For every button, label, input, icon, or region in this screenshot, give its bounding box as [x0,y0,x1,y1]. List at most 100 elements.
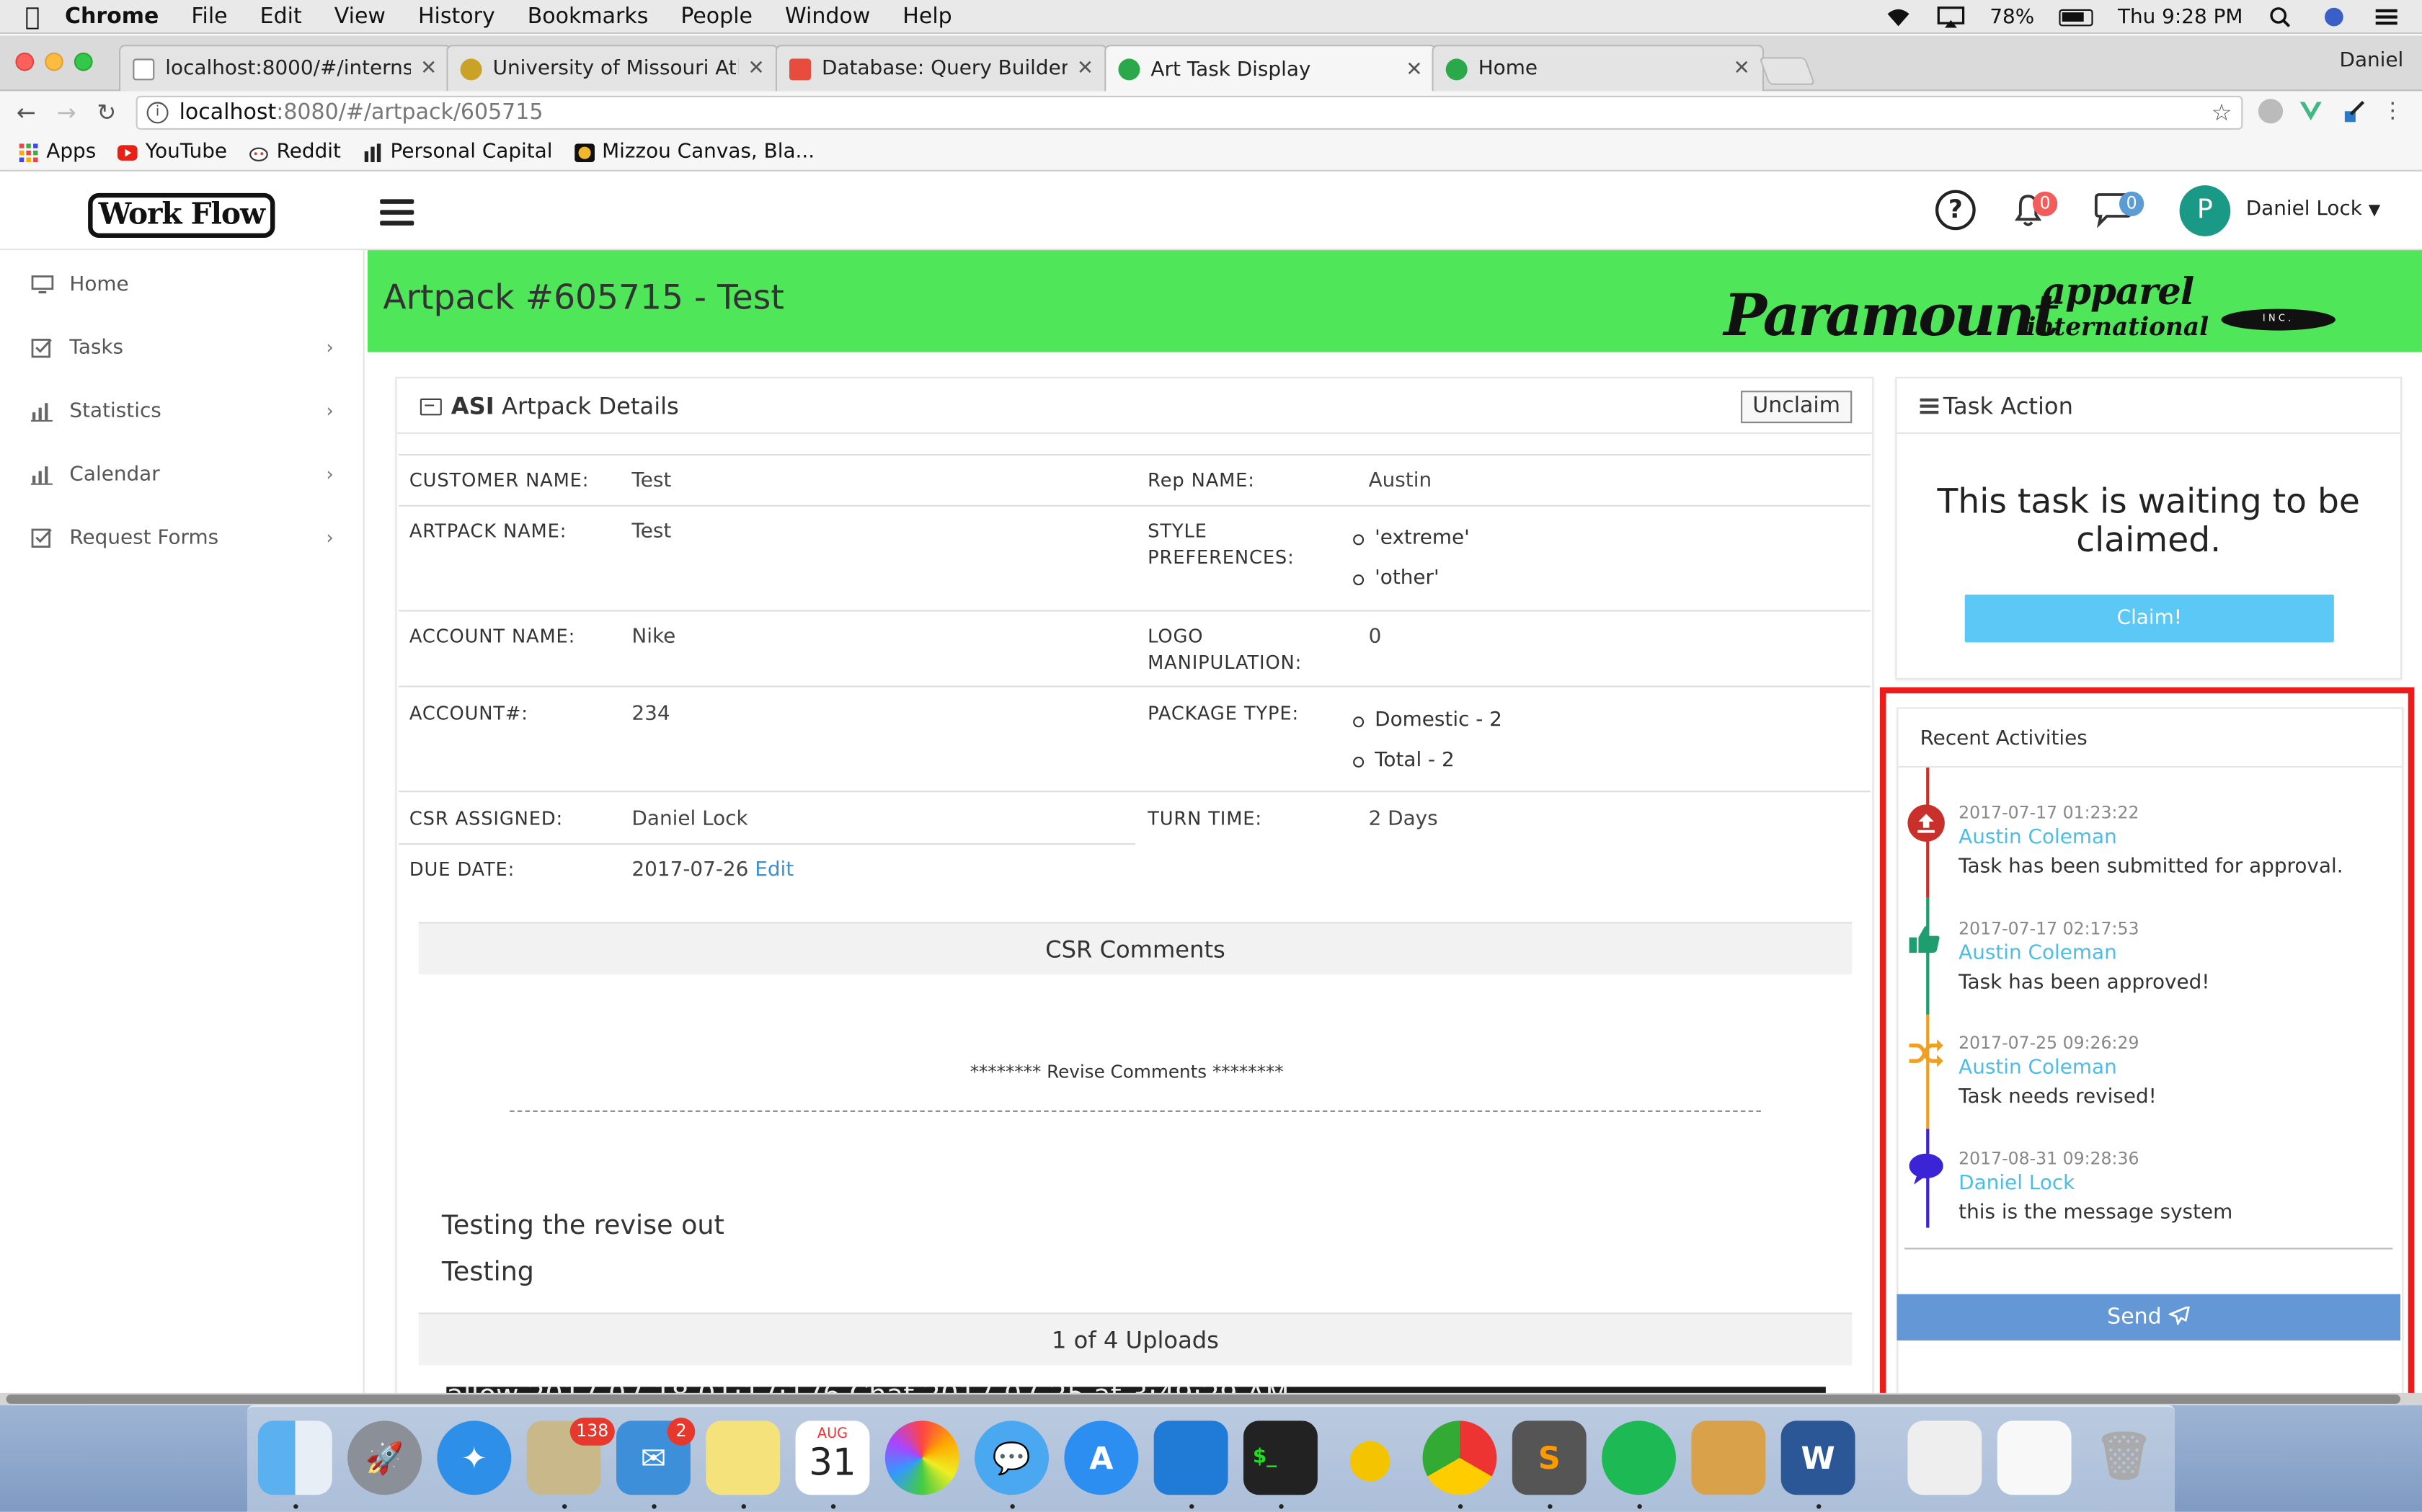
clock[interactable]: Thu 9:28 PM [2118,6,2243,29]
menu-people[interactable]: People [680,4,753,28]
panel-title-bold: ASI [451,392,494,420]
avatar[interactable]: P [2179,185,2231,236]
horizontal-scrollbar[interactable] [0,1392,2422,1405]
finder-icon[interactable] [257,1420,332,1495]
logo-manipulation-label-1: LOGO [1148,625,1204,647]
notification-center-icon[interactable] [2372,6,2400,28]
stickies-icon[interactable] [706,1420,781,1495]
bookmark-youtube[interactable]: YouTube [117,141,227,164]
browser-tab-home[interactable]: Home ✕ [1432,45,1765,92]
trello-icon[interactable] [1153,1420,1228,1495]
vue-devtools-extension-icon[interactable] [2299,99,2323,123]
adblock-extension-icon[interactable] [2258,99,2284,124]
menu-history[interactable]: History [418,4,495,28]
menu-window[interactable]: Window [785,4,870,28]
photos-icon[interactable] [884,1420,959,1495]
browser-tab-mizzou[interactable]: University of Missouri Athletic ✕ [446,45,778,92]
terminal-icon[interactable]: $_ [1243,1420,1318,1495]
trash-icon[interactable]: 🗑 [2087,1420,2161,1495]
spotify-icon[interactable] [1602,1420,1676,1495]
launchpad-icon[interactable]: 🚀 [347,1420,422,1495]
cyberduck-icon[interactable]: ● [1333,1420,1407,1495]
edit-due-date-link[interactable]: Edit [755,858,794,881]
sequel-pro-icon[interactable] [1691,1420,1766,1495]
claim-button[interactable]: Claim! [1964,595,2334,643]
address-bar[interactable]: i localhost:8080/#/artpack/605715 ☆ [136,95,2243,130]
menu-help[interactable]: Help [902,4,952,28]
help-icon[interactable]: ? [1935,190,1976,231]
bookmark-apps[interactable]: Apps [19,141,96,164]
task-status-message: This task is waiting to be claimed. [1937,483,2360,561]
sidebar-item-request-forms[interactable]: Request Forms › [31,522,340,553]
airplay-icon[interactable] [1937,6,1965,28]
menu-bookmarks[interactable]: Bookmarks [528,4,649,28]
artpack-details-panel: ASI Artpack Details Unclaim [395,376,1874,1427]
new-tab-button[interactable] [1759,57,1816,85]
running-indicator [562,1504,567,1509]
tab-close-icon[interactable]: ✕ [1733,57,1749,80]
safari-icon[interactable]: ✦ [437,1420,512,1495]
scrollbar-thumb[interactable] [6,1394,2400,1404]
task-action-panel: Task Action This task is waiting to be c… [1895,376,2403,680]
color-picker-extension-icon[interactable] [2342,99,2366,123]
sidebar-item-tasks[interactable]: Tasks › [31,332,340,363]
browser-tab-internship[interactable]: localhost:8000/#/internship_2 ✕ [119,45,451,92]
siri-icon[interactable] [2320,6,2348,28]
bookmark-star-icon[interactable]: ☆ [2212,99,2232,127]
browser-tab-art-task[interactable]: Art Task Display ✕ [1104,45,1437,93]
browser-menu-icon[interactable]: ⋮ [2382,99,2406,123]
battery-icon[interactable] [2059,8,2093,26]
wifi-icon[interactable] [1885,6,1913,28]
brand-bottom-text: international [2026,311,2209,342]
reload-icon[interactable]: ↻ [86,99,127,127]
menu-view[interactable]: View [334,4,386,28]
spotlight-search-icon[interactable] [2268,6,2296,28]
reddit-icon [249,146,268,161]
unclaim-button[interactable]: Unclaim [1741,391,1853,424]
docx-file-icon[interactable] [1907,1420,1982,1495]
minimize-window-button[interactable] [45,52,63,71]
tab-close-icon[interactable]: ✕ [420,57,437,80]
word-icon[interactable]: W [1780,1420,1855,1495]
uploads-header: 1 of 4 Uploads [418,1312,1853,1366]
site-info-icon[interactable]: i [146,102,169,124]
tab-close-icon[interactable]: ✕ [1406,58,1422,81]
highlight-annotation-box [1879,687,2415,1408]
sidebar-item-statistics[interactable]: Statistics › [30,396,340,427]
running-indicator [1816,1504,1822,1509]
package-type-item: Total - 2 [1353,749,1455,773]
zoom-window-button[interactable] [74,52,93,71]
workflow-logo[interactable]: Work Flow [88,192,275,238]
apple-menu-icon[interactable]:  [0,1,65,31]
browser-profile-name[interactable]: Daniel [2339,50,2403,73]
close-window-button[interactable] [15,52,35,71]
chrome-icon[interactable] [1422,1420,1497,1495]
panel-header: Task Action [1897,378,2400,435]
forward-arrow-icon[interactable]: → [46,99,86,127]
calendar-icon[interactable]: AUG 31 [795,1420,870,1495]
menu-app-name[interactable]: Chrome [65,4,159,28]
browser-tab-laravel[interactable]: Database: Query Builder - Lar ✕ [775,45,1108,92]
brand-suffix: INC. [2221,308,2336,331]
panel-title-text: Artpack Details [501,392,679,420]
sidebar-item-home[interactable]: Home [31,269,340,300]
app-store-icon[interactable]: A [1064,1420,1139,1495]
messages-app-icon[interactable]: 💬 [975,1420,1049,1495]
menu-edit[interactable]: Edit [260,4,302,28]
tab-close-icon[interactable]: ✕ [1077,57,1094,80]
bookmark-mizzou-canvas[interactable]: Mizzou Canvas, Bla... [574,141,815,164]
tab-close-icon[interactable]: ✕ [748,57,764,80]
bookmark-personal-capital[interactable]: Personal Capital [363,141,553,164]
tab-title: Database: Query Builder - Lar [822,57,1068,81]
bookmark-reddit[interactable]: Reddit [249,141,341,164]
menu-file[interactable]: File [191,4,227,28]
panel-header: ASI Artpack Details Unclaim [396,378,1873,435]
user-menu[interactable]: Daniel Lock ▼ [2246,197,2381,221]
apps-grid-icon [19,143,38,161]
hamburger-menu-icon[interactable] [380,199,414,225]
back-arrow-icon[interactable]: ← [6,99,47,127]
sublime-text-icon[interactable]: S [1512,1420,1587,1495]
account-name-label: ACCOUNT NAME: [409,625,576,647]
sidebar-item-calendar[interactable]: Calendar › [30,458,340,489]
document-stack-icon[interactable] [1997,1420,2072,1495]
